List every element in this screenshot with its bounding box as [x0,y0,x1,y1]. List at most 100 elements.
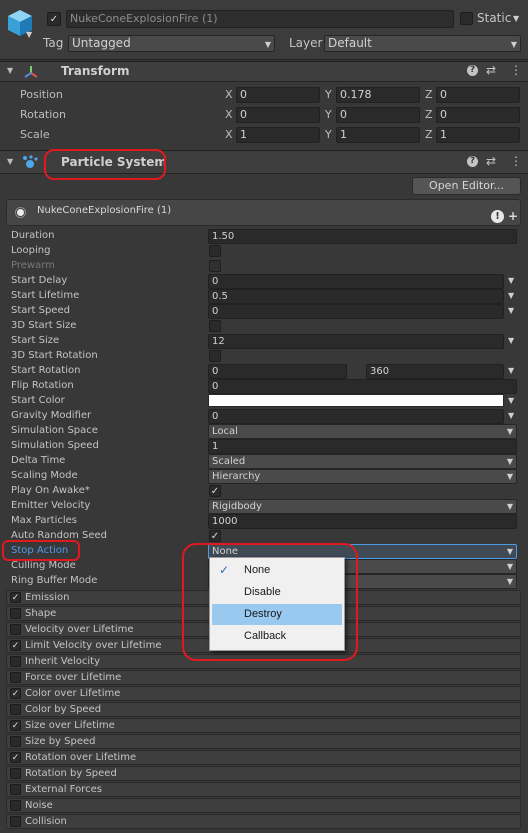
flip-rotation-label: Flip Rotation [11,380,74,391]
help-icon[interactable]: ? [467,65,478,76]
transform-title: Transform [61,64,130,78]
module-label: Size by Speed [25,736,96,747]
foldout-arrow-icon[interactable]: ▼ [7,157,13,166]
component-menu-icon[interactable]: ⋮ [510,154,522,168]
component-menu-icon[interactable]: ⋮ [510,63,522,77]
module-checkbox[interactable] [10,784,21,795]
help-icon[interactable]: ? [467,156,478,167]
icon-dropdown-arrow-icon[interactable]: ▼ [26,30,32,39]
module-checkbox[interactable] [10,800,21,811]
simulation-space-label: Simulation Space [11,425,98,436]
module-color-over-lifetime[interactable]: ✓ Color over Lifetime [6,686,521,701]
play-on-awake-checkbox[interactable]: ✓ [209,485,221,497]
start-lifetime-field[interactable]: 0.5 [208,289,504,304]
module-checkbox[interactable]: ✓ [10,752,21,763]
curve-mode-dropdown-icon[interactable]: ▼ [508,411,514,420]
delta-time-dropdown[interactable]: Scaled ▼ [208,454,517,469]
presets-icon[interactable]: ⇄ [486,154,496,168]
module-external-forces[interactable]: External Forces [6,782,521,797]
auto-random-seed-checkbox[interactable]: ✓ [209,530,221,542]
simulation-space-dropdown[interactable]: Local ▼ [208,424,517,439]
presets-icon[interactable]: ⇄ [486,63,496,77]
curve-mode-dropdown-icon[interactable]: ▼ [508,306,514,315]
active-checkbox[interactable]: ✓ [47,12,61,26]
start-rotation-3d-checkbox[interactable] [209,350,221,362]
open-editor-button[interactable]: Open Editor... [412,177,521,195]
module-checkbox[interactable] [10,768,21,779]
module-checkbox[interactable] [10,656,21,667]
rotation-y-field[interactable]: 0 [336,107,420,123]
module-checkbox[interactable]: ✓ [10,592,21,603]
module-checkbox[interactable] [10,736,21,747]
curve-mode-dropdown-icon[interactable]: ▼ [508,366,514,375]
module-color-by-speed[interactable]: Color by Speed [6,702,521,717]
start-size-field[interactable]: 12 [208,334,504,349]
start-speed-field[interactable]: 0 [208,304,504,319]
curve-mode-dropdown-icon[interactable]: ▼ [508,291,514,300]
scaling-mode-dropdown[interactable]: Hierarchy ▼ [208,469,517,484]
module-checkbox[interactable] [10,672,21,683]
add-module-icon[interactable]: + [508,209,518,223]
layer-value: Default [328,36,372,50]
menu-item-destroy[interactable]: Destroy [212,604,342,625]
module-label: Noise [25,800,53,811]
menu-item-callback[interactable]: Callback [212,626,342,647]
simulation-speed-field[interactable]: 1 [208,439,517,454]
menu-item-disable[interactable]: Disable [212,582,342,603]
module-checkbox[interactable] [10,624,21,635]
module-rotation-by-speed[interactable]: Rotation by Speed [6,766,521,781]
prewarm-checkbox[interactable] [209,260,221,272]
scale-z-field[interactable]: 1 [436,127,520,143]
start-color-swatch[interactable] [208,394,504,407]
start-delay-field[interactable]: 0 [208,274,504,289]
static-dropdown-arrow-icon[interactable]: ▼ [513,14,519,23]
module-rotation-over-lifetime[interactable]: ✓ Rotation over Lifetime [6,750,521,765]
axis-y-label: Y [325,108,332,121]
scale-y-field[interactable]: 1 [336,127,420,143]
curve-mode-dropdown-icon[interactable]: ▼ [508,276,514,285]
tag-dropdown[interactable]: Untagged ▼ [68,35,275,52]
scale-x-field[interactable]: 1 [236,127,320,143]
duration-field[interactable]: 1.50 [208,229,517,244]
module-label: Collision [25,816,67,827]
position-x-field[interactable]: 0 [236,87,320,103]
module-collision[interactable]: Collision [6,814,521,829]
foldout-arrow-icon[interactable]: ▼ [7,66,13,75]
start-size-3d-checkbox[interactable] [209,320,221,332]
module-label: Rotation by Speed [25,768,117,779]
start-lifetime-label: Start Lifetime [11,290,80,301]
module-checkbox[interactable]: ✓ [10,640,21,651]
module-label: Size over Lifetime [25,720,115,731]
start-speed-label: Start Speed [11,305,70,316]
object-name-field[interactable]: NukeConeExplosionFire (1) [66,10,454,28]
layer-dropdown[interactable]: Default ▼ [324,35,521,52]
warning-icon[interactable]: ! [491,210,504,223]
module-size-over-lifetime[interactable]: ✓ Size over Lifetime [6,718,521,733]
module-checkbox[interactable]: ✓ [10,688,21,699]
start-rotation-min-field[interactable]: 0 [208,364,347,379]
axis-y-label: Y [325,88,332,101]
gravity-modifier-field[interactable]: 0 [208,409,504,424]
flip-rotation-field[interactable]: 0 [208,379,517,394]
module-checkbox[interactable] [10,704,21,715]
start-rotation-max-field[interactable]: 360 [366,364,504,379]
module-checkbox[interactable] [10,608,21,619]
menu-item-none[interactable]: None [212,560,342,581]
position-y-field[interactable]: 0.178 [336,87,420,103]
module-checkbox[interactable]: ✓ [10,720,21,731]
module-inherit-velocity[interactable]: Inherit Velocity [6,654,521,669]
module-force-over-lifetime[interactable]: Force over Lifetime [6,670,521,685]
max-particles-field[interactable]: 1000 [208,514,517,529]
rotation-z-field[interactable]: 0 [436,107,520,123]
rotation-x-field[interactable]: 0 [236,107,320,123]
position-z-field[interactable]: 0 [436,87,520,103]
gravity-modifier-label: Gravity Modifier [11,410,92,421]
emitter-velocity-dropdown[interactable]: Rigidbody ▼ [208,499,517,514]
module-size-by-speed[interactable]: Size by Speed [6,734,521,749]
static-checkbox[interactable] [460,12,473,25]
module-noise[interactable]: Noise [6,798,521,813]
looping-checkbox[interactable] [209,245,221,257]
curve-mode-dropdown-icon[interactable]: ▼ [508,336,514,345]
module-checkbox[interactable] [10,816,21,827]
color-mode-dropdown-icon[interactable]: ▼ [508,396,514,405]
